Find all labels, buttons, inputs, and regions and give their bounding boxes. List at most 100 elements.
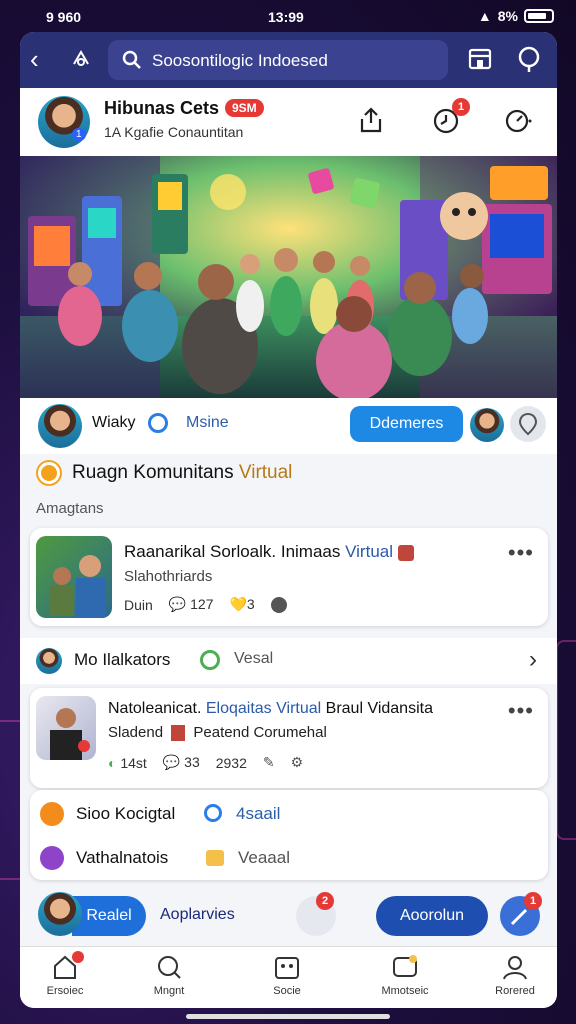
post2-stat-time: ◐ 14st [108,755,147,771]
post-card[interactable]: Raanarikal Sorloalk. Inimaas Virtual Sla… [30,528,548,626]
more-options-icon-2[interactable]: ••• [508,698,534,724]
profile-name: Hibunas Cets [104,98,220,118]
status-right: ▲ 8% [478,8,554,24]
post2-view-count: 2932 [215,754,247,771]
status-left: 9 960 [46,9,82,25]
post-stat-time: Duin [124,596,153,613]
verified-icon [148,413,168,433]
search-icon [158,956,181,979]
mini-item-label: Sioo Kocigtal [76,804,176,823]
post-card-2[interactable]: Natoleanicat. Eloqaitas Virtual Braul Vi… [30,688,548,788]
room-title-text: Ruagn Komunitans [72,462,234,483]
share-count-icon[interactable] [270,596,287,613]
post-title-highlight: Virtual [345,542,394,561]
mini-list: Sioo Kocigtal 4saail Vathalnatois Veaaal [30,790,548,880]
read-button[interactable]: Realel [72,896,146,936]
comment-count[interactable]: 💬 127 [169,596,214,613]
post2-stat-value: 14st [120,754,147,771]
mini-list-item[interactable]: Sioo Kocigtal 4saail [40,800,540,830]
wifi-icon: ▲ [477,8,492,24]
social-icon [275,957,299,979]
post2-link-icon[interactable]: ⚙ [291,754,304,771]
tab-social-label: Socie [273,985,301,997]
app-window: ‹ Soosontilogic Indoesed 1 Hibunas Cets … [20,32,557,1008]
tab-social[interactable]: Socie [242,953,332,997]
battery-percent: 8% [497,8,518,24]
tab-profile[interactable]: Rorered [470,953,557,997]
room-title-highlight: Virtual [238,462,293,483]
more-options-icon[interactable]: ••• [508,540,534,566]
timer-icon[interactable] [504,106,532,134]
host-avatar[interactable] [38,404,82,448]
store-icon[interactable] [468,47,492,71]
accept-button[interactable]: Aoorolun [376,896,488,936]
post-stats: Duin 💬 127 💛3 [124,596,287,613]
post2-comment-value: 33 [184,754,200,770]
home-tab-badge [72,951,84,963]
top-navigation: ‹ Soosontilogic Indoesed [20,32,557,88]
chevron-right-icon[interactable]: › [529,646,537,674]
profile-badge: 9SM [225,99,264,117]
follow-button[interactable]: Ddemeres [350,406,463,442]
apps-label[interactable]: Aoplarvies [160,906,235,924]
mini-item-label: Vathalnatois [76,848,169,867]
post-thumbnail-2 [36,696,96,760]
profile-subtitle: 1A Kgafie Conauntitan [104,124,244,140]
post-stats-2: ◐ 14st 💬 33 2932 ✎ ⚙ [108,754,303,771]
host-name[interactable]: Wiaky [92,414,136,432]
decorative-circuit-right [556,640,576,840]
tab-home[interactable]: Ersoiec [20,953,110,997]
search-icon [122,50,141,69]
status-bar: 9 960 13:99 ▲ 8% [0,0,576,34]
tab-search-label: Mngnt [153,985,185,997]
host-role: Msine [186,414,229,431]
like-count[interactable]: 💛3 [229,596,254,613]
post-subtitle: Slahothriards [124,568,213,585]
share-icon[interactable] [358,106,384,134]
mini-item-tag-icon [206,850,224,866]
category-row[interactable]: Mo Ilalkators Vesal › [20,638,557,684]
bottom-tab-bar: Ersoiec Mngnt Socie Mmotseic Rorered [20,946,557,1008]
tab-messages[interactable]: Mmotseic [360,953,450,997]
post-subtitle-2: Sladend Peatend Corumehal [108,724,327,742]
post-title-text: Raanarikal Sorloalk. Inimaas [124,542,341,561]
notification-badge: 1 [452,98,470,116]
post2-comment-count[interactable]: 💬 33 [163,754,200,771]
host-row: Wiaky Msine Ddemeres [20,398,557,454]
category-label: Mo Ilalkators [74,650,171,669]
avatar-count-badge: 1 [72,128,86,141]
notify-badge: 2 [316,892,334,910]
tab-profile-label: Rorered [495,985,535,997]
back-icon[interactable]: ‹ [30,46,39,72]
post2-share-icon[interactable]: ✎ [263,754,275,771]
battery-icon [524,9,554,23]
comment-count-value: 127 [190,596,214,612]
room-icon [38,462,60,484]
post2-subtitle-text-2: Peatend Corumehal [193,724,327,741]
post2-title-text: Natoleanicat. [108,700,202,717]
tab-messages-label: Mmotseic [381,985,429,997]
profile-header: 1 Hibunas Cets 9SM 1A Kgafie Conauntitan… [20,88,557,156]
hero-image [20,156,557,398]
tab-home-label: Ersoiec [46,985,84,997]
category-tag: Vesal [234,650,274,667]
user-avatar[interactable] [38,892,82,936]
location-pin-button[interactable] [510,406,546,442]
mini-item-extra: Veaaal [238,848,290,867]
section-label: Amagtans [36,500,104,517]
search-text: Soosontilogic Indoesed [152,51,328,70]
post2-title-highlight-2: Virtual [276,700,322,717]
small-avatar-icon [171,725,186,742]
mini-list-item[interactable]: Vathalnatois Veaaal [40,844,540,874]
app-logo-icon[interactable] [70,48,92,70]
home-indicator[interactable] [186,1014,390,1019]
room-title: Ruagn Komunitans Virtual [72,462,292,484]
chat-icon[interactable] [516,45,542,73]
mini-item-icon [40,846,64,870]
arcade-community-illustration [20,156,557,398]
mini-item-extra: 4saail [236,804,281,823]
post-thumbnail [36,536,112,618]
search-input[interactable]: Soosontilogic Indoesed [108,40,448,80]
member-avatar[interactable] [470,408,504,442]
tab-search[interactable]: Mngnt [124,953,214,997]
